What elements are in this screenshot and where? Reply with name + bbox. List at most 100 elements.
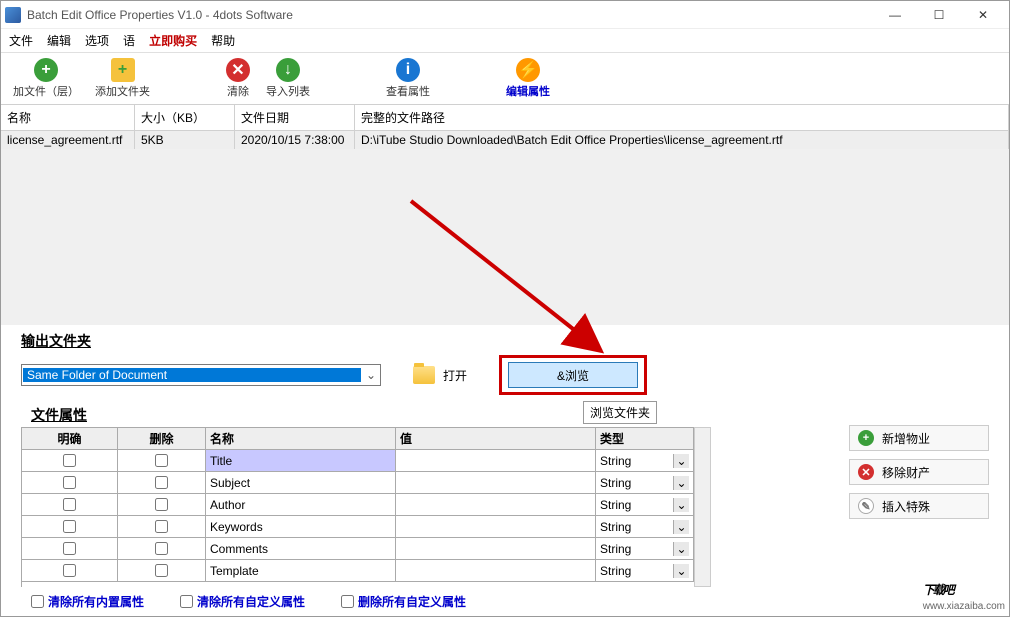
remove-property-button[interactable]: ✕ 移除财产 <box>849 459 989 485</box>
type-cell[interactable]: String⌄ <box>596 472 694 494</box>
prop-row[interactable]: Title String⌄ <box>22 450 694 472</box>
menubar: 文件 编辑 选项 语 立即购买 帮助 <box>1 29 1009 53</box>
type-cell[interactable]: String⌄ <box>596 516 694 538</box>
bottom-checks: 清除所有内置属性 清除所有自定义属性 删除所有自定义属性 <box>1 587 1009 616</box>
x-icon: ✕ <box>226 58 250 82</box>
titlebar: Batch Edit Office Properties V1.0 - 4dot… <box>1 1 1009 29</box>
toolbar: + 加文件（层） + 添加文件夹 ✕ 清除 ↓ 导入列表 i 查看属性 ⚡ 编辑… <box>1 53 1009 105</box>
file-path-cell: D:\iTube Studio Downloaded\Batch Edit Of… <box>355 131 1009 149</box>
hdr-clear[interactable]: 明确 <box>22 428 118 450</box>
browse-button[interactable]: &浏览 <box>508 362 638 388</box>
minimize-button[interactable]: — <box>873 1 917 29</box>
output-selected: Same Folder of Document <box>23 368 361 382</box>
clear-cell[interactable] <box>22 538 118 560</box>
type-cell[interactable]: String⌄ <box>596 494 694 516</box>
prop-row[interactable]: Comments String⌄ <box>22 538 694 560</box>
value-cell[interactable] <box>396 560 596 582</box>
folder-icon <box>413 366 435 384</box>
type-cell[interactable]: String⌄ <box>596 560 694 582</box>
add-file-button[interactable]: + 加文件（层） <box>7 56 85 101</box>
chevron-down-icon: ⌄ <box>673 454 689 468</box>
hdr-name[interactable]: 名称 <box>206 428 396 450</box>
hdr-type[interactable]: 类型 <box>596 428 694 450</box>
vertical-scrollbar[interactable] <box>694 427 711 587</box>
value-cell[interactable] <box>396 516 596 538</box>
clear-builtin-check[interactable]: 清除所有内置属性 <box>31 593 144 610</box>
folder-plus-icon: + <box>111 58 135 82</box>
menu-lang[interactable]: 语 <box>123 32 135 49</box>
file-list: 名称 大小（KB） 文件日期 完整的文件路径 license_agreement… <box>1 105 1009 325</box>
props-label: 文件属性 <box>31 405 833 425</box>
view-props-button[interactable]: i 查看属性 <box>380 56 436 101</box>
name-cell[interactable]: Subject <box>206 472 396 494</box>
clear-cell[interactable] <box>22 450 118 472</box>
clear-custom-check[interactable]: 清除所有自定义属性 <box>180 593 305 610</box>
value-cell[interactable] <box>396 450 596 472</box>
name-cell[interactable]: Title <box>206 450 396 472</box>
chevron-down-icon: ⌄ <box>673 476 689 490</box>
chevron-down-icon: ⌄ <box>673 498 689 512</box>
clear-cell[interactable] <box>22 472 118 494</box>
hdr-value[interactable]: 值 <box>396 428 596 450</box>
value-cell[interactable] <box>396 494 596 516</box>
col-name[interactable]: 名称 <box>1 105 135 130</box>
edit-icon: ✎ <box>858 498 874 514</box>
name-cell[interactable]: Keywords <box>206 516 396 538</box>
menu-buy[interactable]: 立即购买 <box>149 32 197 49</box>
close-button[interactable]: ✕ <box>961 1 1005 29</box>
watermark: 下载吧 www.xiazaiba.com <box>923 569 1005 612</box>
plus-icon: + <box>34 58 58 82</box>
menu-help[interactable]: 帮助 <box>211 32 235 49</box>
prop-row[interactable]: Subject String⌄ <box>22 472 694 494</box>
delete-cell[interactable] <box>118 494 206 516</box>
insert-special-button[interactable]: ✎ 插入特殊 <box>849 493 989 519</box>
output-folder-combo[interactable]: Same Folder of Document ⌄ <box>21 364 381 386</box>
menu-edit[interactable]: 编辑 <box>47 32 71 49</box>
add-folder-button[interactable]: + 添加文件夹 <box>89 56 156 101</box>
delete-cell[interactable] <box>118 538 206 560</box>
open-button[interactable]: 打开 <box>397 363 483 387</box>
output-section: 输出文件夹 Same Folder of Document ⌄ 打开 &浏览 <box>1 325 1009 399</box>
prop-row[interactable]: Keywords String⌄ <box>22 516 694 538</box>
name-cell[interactable]: Author <box>206 494 396 516</box>
props-section: 文件属性 明确 删除 名称 值 类型 Title String⌄ Subject St… <box>1 399 1009 587</box>
browse-highlight: &浏览 <box>499 355 647 395</box>
bolt-icon: ⚡ <box>516 58 540 82</box>
value-cell[interactable] <box>396 538 596 560</box>
chevron-down-icon: ⌄ <box>362 368 380 382</box>
hdr-delete[interactable]: 删除 <box>118 428 206 450</box>
name-cell[interactable]: Comments <box>206 538 396 560</box>
add-property-button[interactable]: + 新增物业 <box>849 425 989 451</box>
type-cell[interactable]: String⌄ <box>596 538 694 560</box>
delete-cell[interactable] <box>118 472 206 494</box>
edit-props-button[interactable]: ⚡ 编辑属性 <box>500 56 556 101</box>
delete-cell[interactable] <box>118 560 206 582</box>
menu-options[interactable]: 选项 <box>85 32 109 49</box>
clear-cell[interactable] <box>22 494 118 516</box>
file-row[interactable]: license_agreement.rtf 5KB 2020/10/15 7:3… <box>1 131 1009 149</box>
prop-row[interactable]: Template String⌄ <box>22 560 694 582</box>
clear-cell[interactable] <box>22 560 118 582</box>
clear-cell[interactable] <box>22 516 118 538</box>
name-cell[interactable]: Template <box>206 560 396 582</box>
props-grid: 明确 删除 名称 值 类型 Title String⌄ Subject String⌄… <box>21 427 694 587</box>
import-button[interactable]: ↓ 导入列表 <box>260 56 316 101</box>
value-cell[interactable] <box>396 472 596 494</box>
menu-file[interactable]: 文件 <box>9 32 33 49</box>
clear-button[interactable]: ✕ 清除 <box>220 56 256 101</box>
window-title: Batch Edit Office Properties V1.0 - 4dot… <box>27 8 873 22</box>
output-label: 输出文件夹 <box>21 331 989 351</box>
col-date[interactable]: 文件日期 <box>235 105 355 130</box>
chevron-down-icon: ⌄ <box>673 520 689 534</box>
col-size[interactable]: 大小（KB） <box>135 105 235 130</box>
col-path[interactable]: 完整的文件路径 <box>355 105 1009 130</box>
app-icon <box>5 7 21 23</box>
delete-cell[interactable] <box>118 450 206 472</box>
type-cell[interactable]: String⌄ <box>596 450 694 472</box>
prop-row[interactable]: Author String⌄ <box>22 494 694 516</box>
import-icon: ↓ <box>276 58 300 82</box>
maximize-button[interactable]: ☐ <box>917 1 961 29</box>
chevron-down-icon: ⌄ <box>673 542 689 556</box>
delete-custom-check[interactable]: 删除所有自定义属性 <box>341 593 466 610</box>
delete-cell[interactable] <box>118 516 206 538</box>
